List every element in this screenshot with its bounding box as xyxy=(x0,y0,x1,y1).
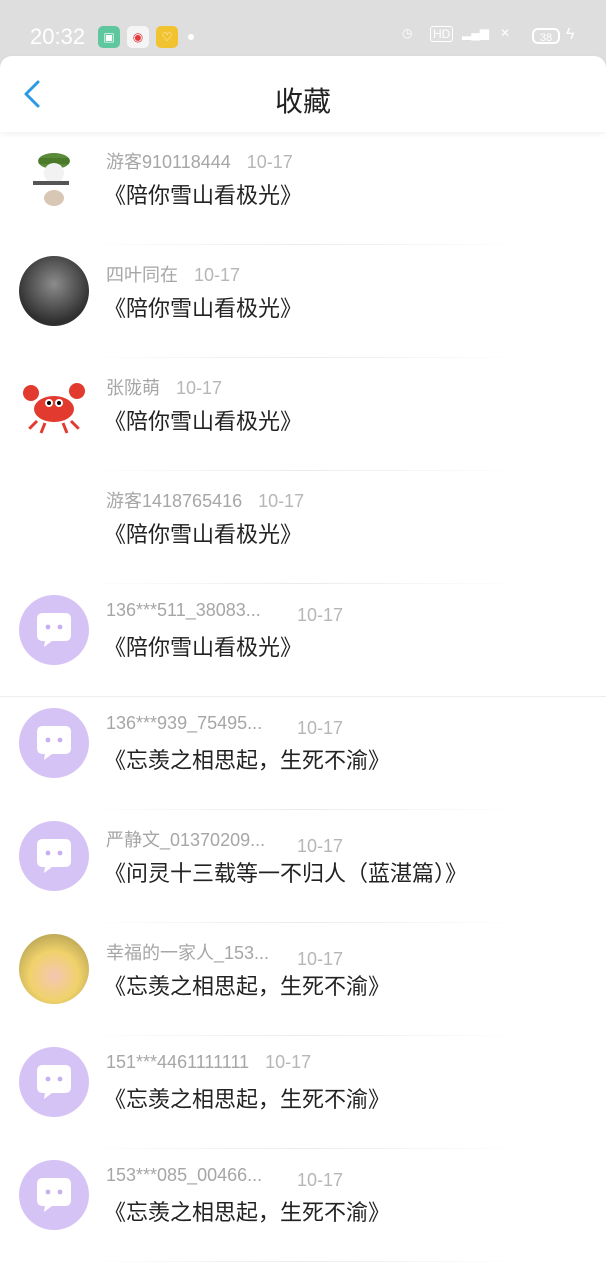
item-meta: 游客910118444 10-17 xyxy=(106,148,293,174)
story-title: 《忘羡之相思起，生死不渝》 xyxy=(104,1200,391,1225)
story-title: 《陪你雪山看极光》 xyxy=(104,296,303,321)
list-item[interactable]: 151***4461111111 10-17 《忘羡之相思起，生死不渝》 xyxy=(0,1036,606,1149)
user-name: 张陇萌 xyxy=(106,378,160,398)
list-item[interactable]: 游客910118444 10-17 《陪你雪山看极光》 xyxy=(0,132,606,245)
user-name: 游客910118444 xyxy=(106,152,231,172)
list-item[interactable]: 张陇萌 10-17 《陪你雪山看极光》 xyxy=(0,358,606,471)
photo-avatar xyxy=(19,934,89,1004)
chat-bubble-icon xyxy=(37,1178,71,1212)
user-name: 136***511_38083... xyxy=(106,600,261,620)
item-meta: 严静文_01370209... 10-17 xyxy=(106,826,343,857)
chat-bubble-icon xyxy=(37,1065,71,1099)
signal-icon: ▂▄▆ xyxy=(462,26,489,40)
list-item[interactable]: 四叶同在 10-17 《陪你雪山看极光》 xyxy=(0,245,606,358)
item-date: 10-17 xyxy=(297,718,344,738)
user-name: 136***939_75495... xyxy=(106,713,263,733)
item-date: 10-17 xyxy=(297,949,344,969)
story-title: 《陪你雪山看极光》 xyxy=(104,635,303,660)
item-meta: 151***4461111111 10-17 xyxy=(106,1052,311,1073)
notification-dot-icon xyxy=(188,34,194,40)
wifi-icon: ✕ xyxy=(500,26,511,40)
weibo-icon: ◉ xyxy=(127,26,149,48)
list-item[interactable]: 136***939_75495... 10-17 《忘羡之相思起，生死不渝》 xyxy=(0,697,606,810)
app-icon: ▣ xyxy=(98,26,120,48)
item-date: 10-17 xyxy=(297,605,344,625)
item-meta: 幸福的一家人_153... 10-17 xyxy=(106,939,343,970)
blank-avatar xyxy=(19,482,89,552)
default-avatar xyxy=(19,1160,89,1230)
default-avatar xyxy=(19,1047,89,1117)
soldier-avatar xyxy=(19,143,89,213)
page-title: 收藏 xyxy=(274,86,331,117)
user-name: 幸福的一家人_153... xyxy=(106,943,270,963)
photo-avatar xyxy=(19,256,89,326)
list-item[interactable]: 严静文_01370209... 10-17 《问灵十三载等一不归人（蓝湛篇）》 xyxy=(0,810,606,923)
user-name: 151***4461111111 xyxy=(106,1052,250,1072)
story-title: 《问灵十三载等一不归人（蓝湛篇）》 xyxy=(104,861,468,886)
list-item[interactable]: 153***085_00466... 10-17 《忘羡之相思起，生死不渝》 xyxy=(0,1149,606,1262)
item-date: 10-17 xyxy=(194,265,241,285)
user-name: 游客1418765416 xyxy=(106,491,243,511)
item-meta: 136***939_75495... 10-17 xyxy=(106,713,343,739)
item-meta: 136***511_38083... 10-17 xyxy=(106,600,343,626)
item-date: 10-17 xyxy=(297,1170,344,1190)
story-title: 《忘羡之相思起，生死不渝》 xyxy=(104,748,391,773)
list-item[interactable]: 136***511_38083... 10-17 《陪你雪山看极光》 xyxy=(0,584,606,697)
list-item[interactable]: 幸福的一家人_153... 10-17 《忘羡之相思起，生死不渝》 xyxy=(0,923,606,1036)
divider xyxy=(80,1261,526,1262)
default-avatar xyxy=(19,821,89,891)
story-title: 《忘羡之相思起，生死不渝》 xyxy=(104,974,391,999)
story-title: 《陪你雪山看极光》 xyxy=(104,522,303,547)
item-meta: 153***085_00466... 10-17 xyxy=(106,1165,343,1191)
item-date: 10-17 xyxy=(176,378,223,398)
story-title: 《忘羡之相思起，生死不渝》 xyxy=(104,1087,391,1112)
status-time: 20:32 xyxy=(30,24,86,49)
item-date: 10-17 xyxy=(258,491,305,511)
item-meta: 游客1418765416 10-17 xyxy=(106,487,304,513)
battery-icon: 38 xyxy=(532,28,560,44)
user-name: 153***085_00466... xyxy=(106,1165,263,1185)
badge-icon: ♡ xyxy=(156,26,178,48)
default-avatar xyxy=(19,595,89,665)
favorites-list: 游客910118444 10-17 《陪你雪山看极光》 四叶同在 10-17 《陪你… xyxy=(0,132,606,1262)
chat-bubble-icon xyxy=(37,726,71,760)
chat-bubble-icon xyxy=(37,839,71,873)
crab-avatar xyxy=(19,369,89,439)
chat-bubble-icon xyxy=(37,613,71,647)
alarm-icon: ◷ xyxy=(402,26,413,40)
list-item[interactable]: 游客1418765416 10-17 《陪你雪山看极光》 xyxy=(0,471,606,584)
app-header: 收藏 xyxy=(0,56,606,132)
item-date: 10-17 xyxy=(297,836,344,856)
item-date: 10-17 xyxy=(265,1052,312,1072)
item-meta: 四叶同在 10-17 xyxy=(106,261,240,287)
story-title: 《陪你雪山看极光》 xyxy=(104,409,303,434)
default-avatar xyxy=(19,708,89,778)
charging-icon: ϟ xyxy=(566,26,575,43)
user-name: 严静文_01370209... xyxy=(106,830,266,850)
hd-icon: HD xyxy=(430,26,454,42)
item-meta: 张陇萌 10-17 xyxy=(106,374,222,400)
story-title: 《陪你雪山看极光》 xyxy=(104,183,303,208)
user-name: 四叶同在 xyxy=(106,265,178,285)
item-date: 10-17 xyxy=(246,152,293,172)
